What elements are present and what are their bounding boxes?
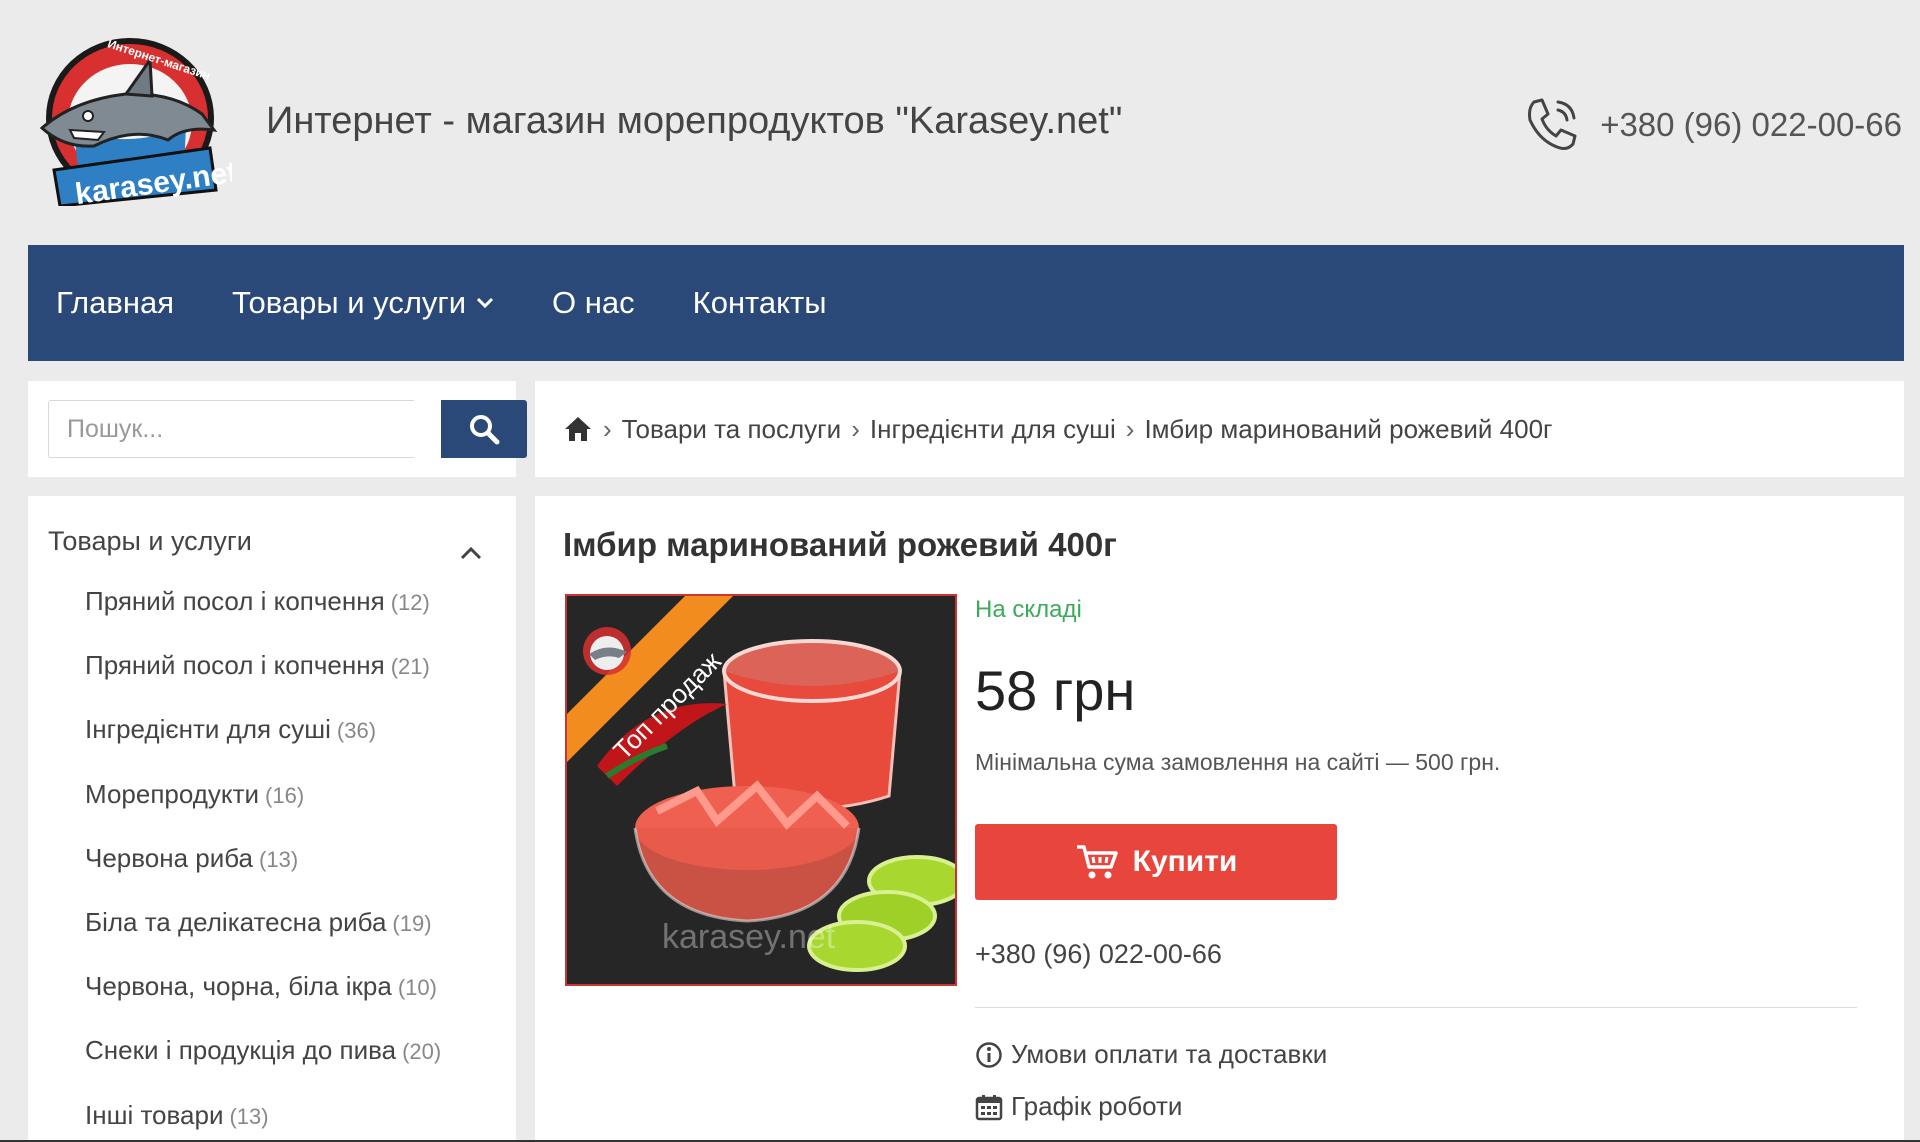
- main-navigation: Главная Товары и услуги О нас Контакты: [28, 245, 1904, 361]
- header-contact[interactable]: +380 (96) 022-00-66: [1520, 94, 1902, 156]
- link-label: Умови оплати та доставки: [1011, 1039, 1328, 1069]
- category-count: (36): [336, 718, 377, 744]
- category-label: Снеки і продукція до пива: [85, 1035, 397, 1066]
- category-count: (20): [402, 1039, 442, 1065]
- link-label: Графік роботи: [1011, 1091, 1183, 1121]
- nav-item-label: О нас: [552, 285, 635, 320]
- divider: [975, 1007, 1857, 1008]
- nav-item-home[interactable]: Главная: [56, 285, 174, 321]
- product-image[interactable]: karasey.net Топ продаж: [565, 594, 957, 986]
- sidebar-title[interactable]: Товары и услуги: [48, 526, 252, 557]
- category-count: (13): [259, 846, 299, 872]
- breadcrumb-separator: ›: [603, 413, 612, 444]
- category-count: (13): [229, 1103, 269, 1129]
- category-label: Інгредієнти для суші: [85, 714, 331, 745]
- cart-icon: [1076, 845, 1118, 879]
- delivery-terms-link[interactable]: Умови оплати та доставки: [975, 1039, 1327, 1070]
- search-panel: [28, 381, 527, 477]
- header-phone-number[interactable]: +380 (96) 022-00-66: [1600, 106, 1902, 144]
- breadcrumb-panel: › Товари та послуги › Інгредієнти для су…: [535, 381, 1904, 477]
- category-label: Червона, чорна, біла ікра: [85, 971, 392, 1002]
- product-price: 58 грн: [975, 659, 1136, 722]
- category-label: Інші товари: [85, 1099, 224, 1130]
- chevron-down-icon: [476, 297, 494, 309]
- buy-button-label: Купити: [1132, 845, 1238, 878]
- nav-item-label: Товары и услуги: [232, 285, 467, 320]
- home-icon[interactable]: [563, 415, 593, 443]
- list-item[interactable]: Інші товари (13): [85, 1100, 441, 1142]
- min-order-note: Мінімальна сума замовлення на сайті — 50…: [975, 749, 1501, 775]
- site-logo[interactable]: karasey.net Интернет-магазин: [34, 30, 239, 211]
- nav-item-contacts[interactable]: Контакты: [693, 285, 827, 321]
- product-panel: Імбир маринований рожевий 400г karasey.n…: [535, 496, 1904, 1142]
- site-title: Интернет - магазин морепродуктов "Karase…: [266, 100, 1123, 142]
- category-label: Морепродукти: [85, 778, 260, 809]
- category-list: Пряний посол і копчення (12) Пряний посол…: [85, 586, 441, 1142]
- product-title: Імбир маринований рожевий 400г: [563, 526, 1117, 563]
- search-icon: [470, 415, 500, 445]
- breadcrumb-separator: ›: [851, 413, 860, 444]
- search-input[interactable]: [48, 400, 414, 458]
- info-icon: [976, 1041, 1002, 1068]
- breadcrumb-current: Імбир маринований рожевий 400г: [1144, 413, 1553, 444]
- category-count: (19): [392, 910, 432, 936]
- breadcrumb-link[interactable]: Інгредієнти для суші: [870, 414, 1116, 445]
- chevron-up-icon[interactable]: [460, 546, 482, 560]
- svg-text:karasey.net: karasey.net: [662, 918, 836, 956]
- buy-button[interactable]: Купити: [975, 824, 1337, 900]
- list-item[interactable]: Інгредієнти для суші (36): [85, 714, 441, 778]
- category-count: (10): [397, 975, 437, 1001]
- list-item[interactable]: Снеки і продукція до пива (20): [85, 1035, 441, 1099]
- list-item[interactable]: Червона, чорна, біла ікра (10): [85, 971, 441, 1035]
- list-item[interactable]: Червона риба (13): [85, 843, 441, 907]
- site-header: karasey.net Интернет-магазин Интернет - …: [0, 0, 1920, 245]
- category-label: Біла та делікатесна риба: [85, 906, 387, 937]
- list-item[interactable]: Біла та делікатесна риба (19): [85, 907, 441, 971]
- category-count: (21): [390, 654, 430, 680]
- search-button[interactable]: [441, 400, 527, 458]
- product-phone-number[interactable]: +380 (96) 022-00-66: [975, 939, 1222, 970]
- phone-icon: [1528, 98, 1577, 150]
- category-label: Пряний посол і копчення: [85, 586, 385, 616]
- category-label: Червона риба: [85, 842, 254, 873]
- category-count: (12): [390, 590, 430, 615]
- nav-item-label: Главная: [56, 285, 174, 320]
- nav-item-label: Контакты: [692, 285, 827, 320]
- breadcrumb: › Товари та послуги › Інгредієнти для су…: [563, 414, 1553, 445]
- list-item[interactable]: Пряний посол і копчення (12): [85, 586, 441, 650]
- nav-item-products[interactable]: Товары и услуги: [232, 285, 494, 321]
- stock-status: На складі: [975, 596, 1082, 623]
- breadcrumb-separator: ›: [1125, 413, 1135, 444]
- work-schedule-link[interactable]: Графік роботи: [975, 1091, 1182, 1122]
- calendar-icon: [975, 1094, 1003, 1120]
- breadcrumb-link[interactable]: Товари та послуги: [622, 414, 842, 445]
- category-label: Пряний посол і копчення: [85, 650, 385, 681]
- list-item[interactable]: Морепродукти (16): [85, 779, 441, 843]
- category-sidebar: Товары и услуги Пряний посол і копчення(…: [28, 496, 516, 1142]
- list-item[interactable]: Пряний посол і копчення (21): [85, 650, 441, 714]
- category-count: (16): [265, 782, 305, 808]
- nav-item-about[interactable]: О нас: [552, 285, 635, 321]
